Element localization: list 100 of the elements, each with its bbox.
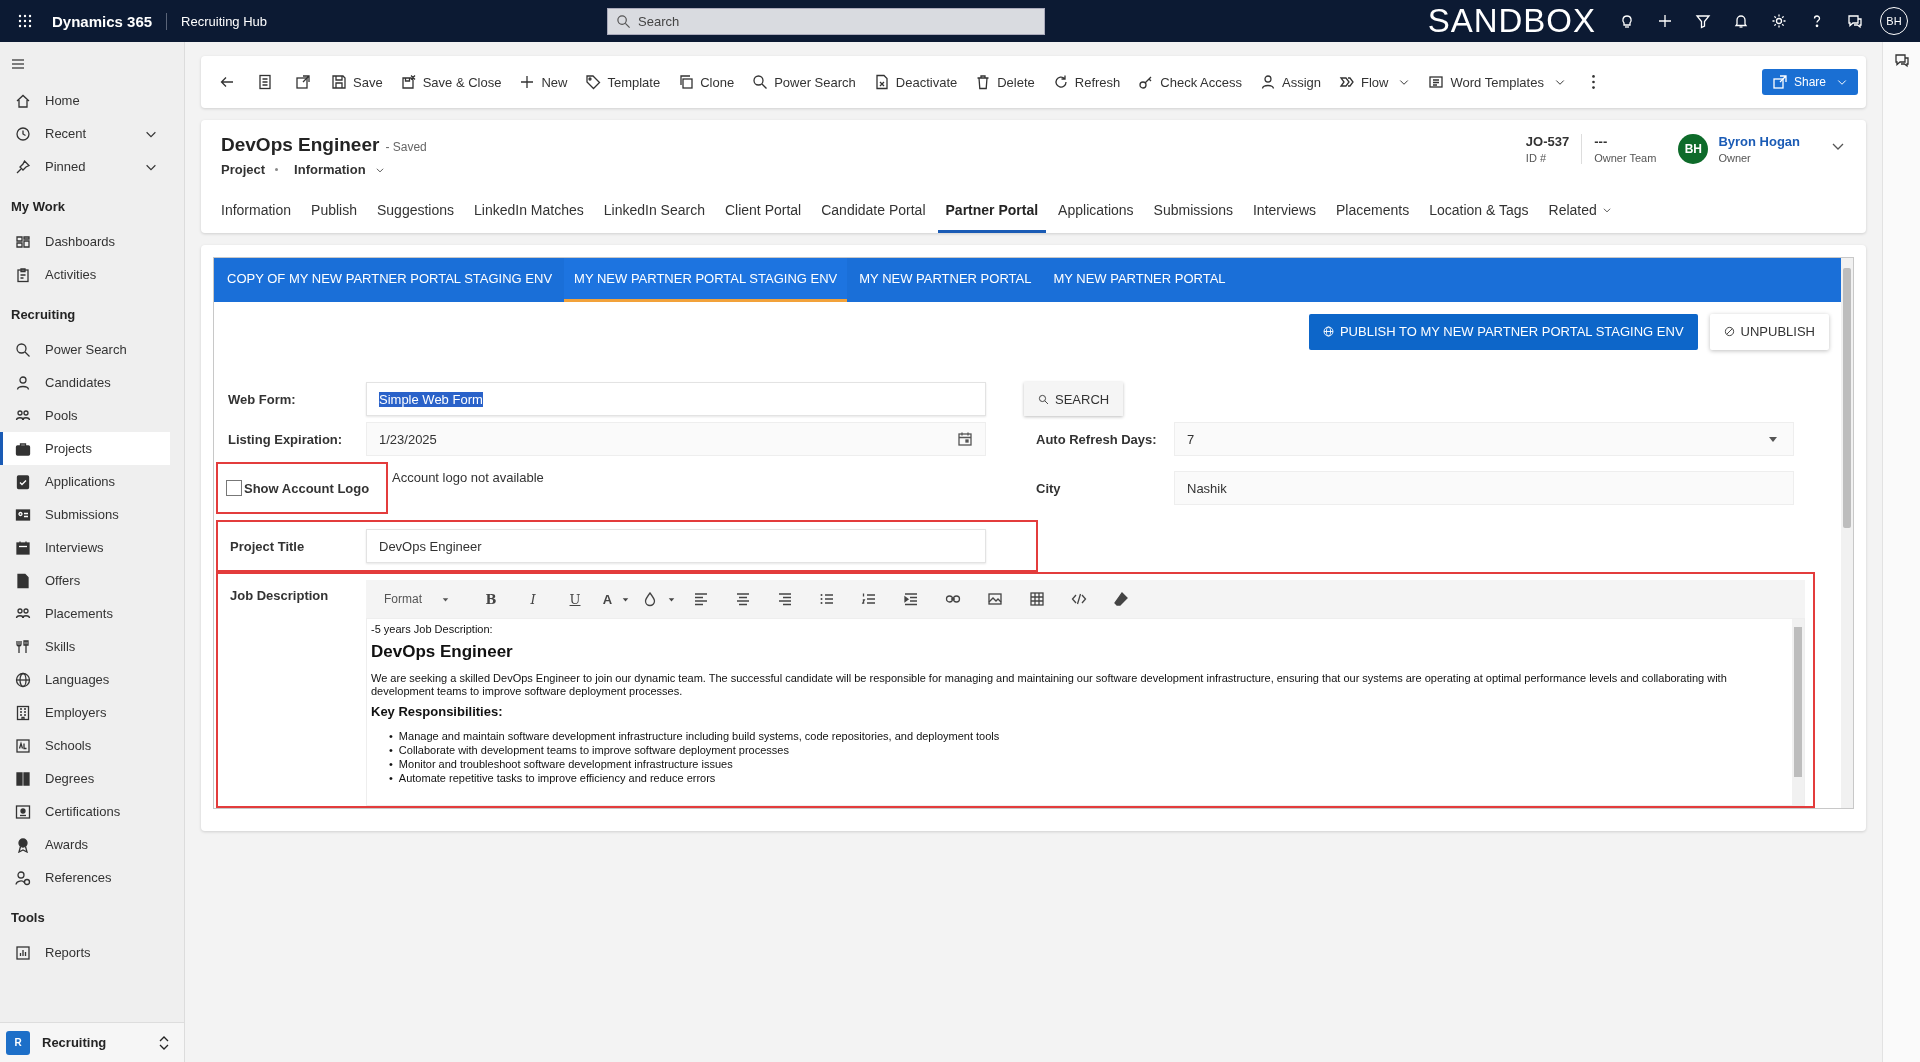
field-label: Listing Expiration: <box>227 431 344 447</box>
environment-label: SANDBOX <box>1427 2 1596 40</box>
form-tab[interactable]: Suggestions <box>368 193 463 233</box>
clipboard-icon <box>15 266 31 283</box>
date-field[interactable]: 1/23/2025 <box>366 422 986 456</box>
publish-button[interactable]: PUBLISH TO MY NEW PARTNER PORTAL STAGING ENV <box>1308 313 1698 350</box>
form-tab[interactable]: Publish <box>303 193 365 233</box>
command-button[interactable]: Power Search <box>744 64 864 100</box>
command-button[interactable]: Flow <box>1331 64 1419 100</box>
format-button[interactable]: I <box>513 584 553 614</box>
sidebar-item[interactable]: Placements <box>0 597 170 630</box>
field-label: Project Title <box>229 538 306 554</box>
portal-tab[interactable]: COPY OF MY NEW PARTNER PORTAL STAGING ENV <box>217 258 563 302</box>
unpublish-button[interactable]: UNPUBLISH <box>1709 313 1829 350</box>
format-dropdown[interactable]: Format <box>374 584 461 614</box>
form-tab[interactable]: Related <box>1540 193 1620 233</box>
clock-icon <box>15 125 31 142</box>
search-field[interactable]: Search <box>607 7 1046 35</box>
portal-tab[interactable]: MY NEW PARTNER PORTAL <box>1043 258 1236 302</box>
command-button[interactable]: Template <box>577 64 669 100</box>
heading: DevOps Engineer <box>371 642 514 662</box>
text-field[interactable]: Nashik <box>1174 471 1794 505</box>
sidebar-item[interactable]: References <box>0 861 170 894</box>
info-text: Account logo not available <box>392 470 544 485</box>
font-color-button[interactable]: A <box>597 584 637 614</box>
search-icon <box>15 341 31 358</box>
sidebar-item[interactable]: Pinned <box>0 150 170 183</box>
owner-avatar: BH <box>1678 134 1709 164</box>
format-button[interactable]: U <box>555 584 595 614</box>
flow-icon <box>1339 74 1355 90</box>
section-heading: Tools <box>10 908 46 927</box>
sidebar-item[interactable]: Dashboards <box>0 225 170 258</box>
command-button[interactable]: Clone <box>670 64 743 100</box>
form-tab[interactable]: LinkedIn Matches <box>466 193 592 233</box>
sidebar-item[interactable]: Applications <box>0 465 170 498</box>
text-field[interactable]: DevOps Engineer <box>366 529 986 563</box>
form-tab[interactable]: Client Portal <box>716 193 810 233</box>
sidebar-item[interactable]: Pools <box>0 399 170 432</box>
command-button[interactable]: Save & Close <box>392 64 510 100</box>
form-tab[interactable]: Information <box>213 193 300 233</box>
checkbox[interactable] <box>226 480 242 496</box>
share-button[interactable]: Share <box>1761 69 1858 95</box>
form-tab[interactable]: Location & Tags <box>1421 193 1537 233</box>
dropdown-field[interactable]: 7 <box>1174 422 1794 456</box>
sidebar-item[interactable]: Activities <box>0 258 170 291</box>
sidebar-item[interactable]: Languages <box>0 663 170 696</box>
command-button[interactable]: Word Templates <box>1420 64 1574 100</box>
sidebar-item[interactable]: Power Search <box>0 333 170 366</box>
save-icon <box>331 74 347 90</box>
form-tab[interactable]: Candidate Portal <box>813 193 934 233</box>
form-selector[interactable]: Information <box>294 162 385 177</box>
search-button[interactable]: SEARCH <box>1024 382 1124 416</box>
sidebar-item[interactable]: Candidates <box>0 366 170 399</box>
list-item: Collaborate with development teams to improve software deployment processes <box>398 743 789 757</box>
sidebar-item[interactable]: Submissions <box>0 498 170 531</box>
command-button[interactable]: Save <box>323 64 391 100</box>
sidebar-item[interactable]: Certifications <box>0 795 170 828</box>
form-tab[interactable]: LinkedIn Search <box>595 193 713 233</box>
paragraph: -5 years Job Description: <box>371 623 494 636</box>
portal-tab[interactable]: MY NEW PARTNER PORTAL STAGING ENV <box>564 258 848 302</box>
sidebar-item[interactable]: Awards <box>0 828 170 861</box>
sidebar-item[interactable]: Interviews <box>0 531 170 564</box>
search-icon <box>1038 393 1049 405</box>
portal-tab[interactable]: MY NEW PARTNER PORTAL <box>849 258 1042 302</box>
sidebar-item[interactable]: Offers <box>0 564 170 597</box>
sidebar-item[interactable]: Projects <box>0 432 170 465</box>
form-tab[interactable]: Interviews <box>1245 193 1324 233</box>
form-tab[interactable]: Submissions <box>1145 193 1241 233</box>
format-button[interactable]: B <box>471 584 511 614</box>
tile-icon <box>15 737 31 754</box>
field-label: Auto Refresh Days: <box>1035 431 1158 447</box>
sidebar-item[interactable]: Skills <box>0 630 170 663</box>
sidebar-item[interactable]: Schools <box>0 729 170 762</box>
app-area-title[interactable]: Recruiting Hub <box>181 13 268 29</box>
field-label: City <box>1035 480 1062 496</box>
area-switcher[interactable]: R Recruiting <box>0 1022 184 1062</box>
copy-icon <box>678 74 695 90</box>
person-icon <box>1260 74 1276 90</box>
command-button[interactable]: Refresh <box>1044 64 1129 100</box>
list-item: Manage and maintain software development infrastructure including build systems, code repositories, and deployment tools <box>398 729 1000 743</box>
field-label: Web Form: <box>227 391 297 407</box>
header-field-label: ID # <box>1525 152 1548 164</box>
command-button[interactable]: New <box>511 64 576 100</box>
code-icon <box>1071 591 1087 607</box>
form-tab[interactable]: Placements <box>1328 193 1418 233</box>
table-icon <box>1029 591 1045 607</box>
command-button[interactable]: Check Access <box>1130 64 1250 100</box>
text-field[interactable]: Simple Web Form <box>366 382 986 416</box>
sidebar-item[interactable]: Recent <box>0 117 170 150</box>
form-tab[interactable]: Applications <box>1050 193 1142 233</box>
command-button[interactable]: Deactivate <box>865 64 966 100</box>
owner-link[interactable]: Byron Hogan <box>1718 134 1800 149</box>
form-tab[interactable]: Partner Portal <box>937 193 1047 233</box>
sidebar-item[interactable]: Degrees <box>0 762 170 795</box>
sidebar-item[interactable]: Home <box>0 84 170 117</box>
sidebar-item[interactable]: Reports <box>0 936 170 969</box>
command-button[interactable]: Assign <box>1252 64 1329 100</box>
paragraph: We are seeking a skilled DevOps Engineer to join our dynamic team. The successful candidate will be responsible for managing and maintaining our software development infrastructure, ensuring that our systems are operating at optimal performance levels and collaborating with development teams to improve software deployment processes. <box>371 672 1728 698</box>
sidebar-item[interactable]: Employers <box>0 696 170 729</box>
command-button[interactable]: Delete <box>967 64 1043 100</box>
